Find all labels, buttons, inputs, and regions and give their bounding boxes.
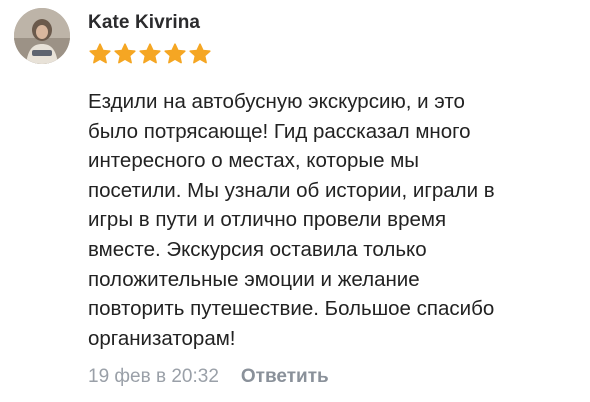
star-icon	[164, 43, 186, 64]
review-text-line: игры в пути и отлично провели время	[88, 208, 447, 232]
avatar[interactable]	[14, 8, 70, 64]
review-text-line: посетили. Мы узнали об истории, играли в	[88, 178, 495, 202]
review-meta: 19 фев в 20:32 Ответить	[88, 366, 329, 388]
review-text-line: Ездили на автобусную экскурсию, и это	[88, 90, 465, 113]
review-text-line: положительные эмоции и желание	[88, 267, 420, 291]
review-text-line: интересного о местах, которые мы	[88, 149, 420, 173]
timestamp[interactable]: 19 фев в 20:32	[88, 366, 219, 388]
review-text-line: вместе. Экскурсия оставила только	[88, 237, 427, 261]
star-icon	[89, 43, 111, 64]
star-icon	[114, 43, 136, 64]
star-icon	[139, 43, 161, 64]
review-card: Kate Kivrina Ездили на автобусную экскур…	[0, 0, 590, 402]
review-text-line: повторить путешествие. Большое спасибо	[88, 297, 495, 321]
reply-button[interactable]: Ответить	[241, 366, 329, 388]
author-name[interactable]: Kate Kivrina	[88, 12, 200, 34]
star-rating	[88, 42, 212, 66]
review-text-line: организаторам!	[88, 326, 236, 350]
user-photo-icon	[14, 8, 70, 64]
review-text: Ездили на автобусную экскурсию, и это был…	[88, 87, 578, 353]
review-text-line: было потрясающе! Гид рассказал много	[88, 119, 471, 143]
star-icon	[189, 43, 211, 64]
